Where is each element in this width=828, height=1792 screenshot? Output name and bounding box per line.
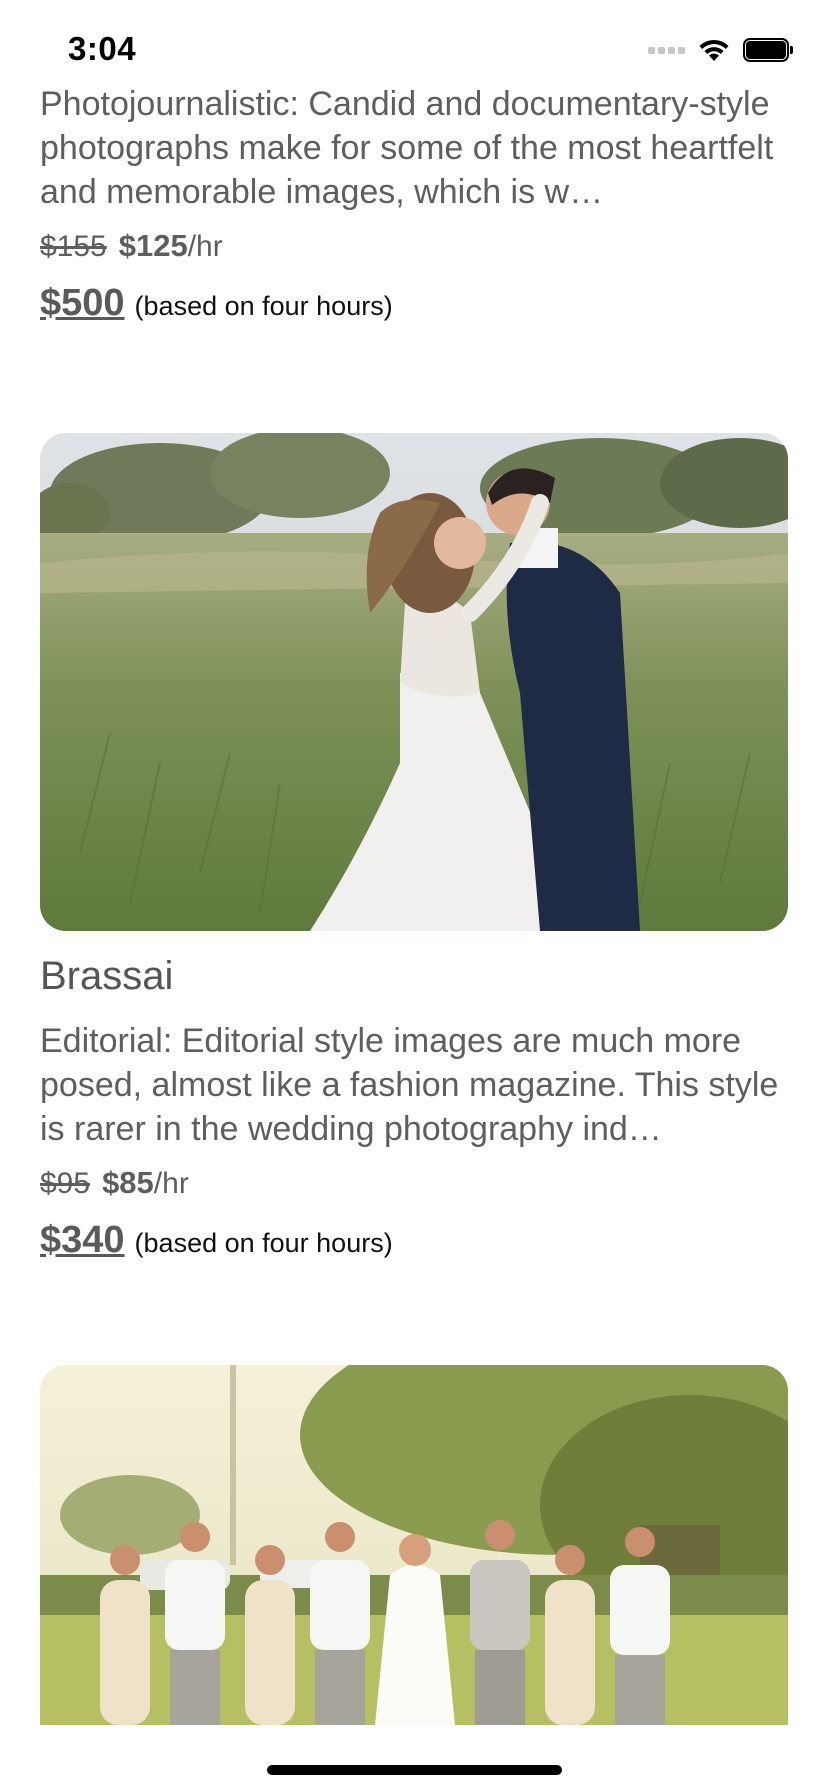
wedding-party-art bbox=[40, 1365, 788, 1725]
original-rate: $95 bbox=[40, 1167, 91, 1200]
listing-card[interactable]: Brassai Editorial: Editorial style image… bbox=[40, 954, 788, 1262]
couple-photo-art bbox=[40, 433, 788, 931]
home-indicator[interactable] bbox=[267, 1765, 562, 1775]
package-total: $340 (based on four hours) bbox=[40, 1219, 788, 1262]
screen: 3:04 Photojournalistic: Candid and docum… bbox=[0, 0, 828, 1792]
discounted-rate: $85 bbox=[102, 1165, 154, 1200]
listing-description: Editorial: Editorial style images are mu… bbox=[40, 1022, 779, 1148]
couple-in-field-photo[interactable] bbox=[40, 433, 788, 931]
hourly-rate: $155 $125 /hr bbox=[40, 228, 788, 264]
cellular-signal-icon bbox=[648, 46, 685, 54]
total-note: (based on four hours) bbox=[134, 1228, 393, 1258]
discounted-rate: $125 bbox=[118, 228, 188, 263]
wifi-icon bbox=[699, 39, 729, 61]
listing-title: Brassai bbox=[40, 954, 174, 998]
wedding-party-photo[interactable] bbox=[40, 1365, 788, 1725]
rate-unit: /hr bbox=[187, 230, 223, 263]
package-total: $500 (based on four hours) bbox=[40, 282, 788, 325]
status-time: 3:04 bbox=[68, 30, 137, 67]
hourly-rate: $95 $85 /hr bbox=[40, 1165, 788, 1201]
listing-description: Photojournalistic: Candid and documentar… bbox=[40, 85, 774, 211]
status-icons bbox=[648, 36, 793, 64]
battery-icon bbox=[743, 38, 793, 62]
total-note: (based on four hours) bbox=[134, 291, 393, 321]
total-price: $340 bbox=[40, 1219, 125, 1261]
original-rate: $155 bbox=[40, 230, 107, 263]
listing-card[interactable]: Photojournalistic: Candid and documentar… bbox=[40, 82, 788, 325]
rate-unit: /hr bbox=[153, 1167, 189, 1200]
total-price: $500 bbox=[40, 282, 125, 324]
